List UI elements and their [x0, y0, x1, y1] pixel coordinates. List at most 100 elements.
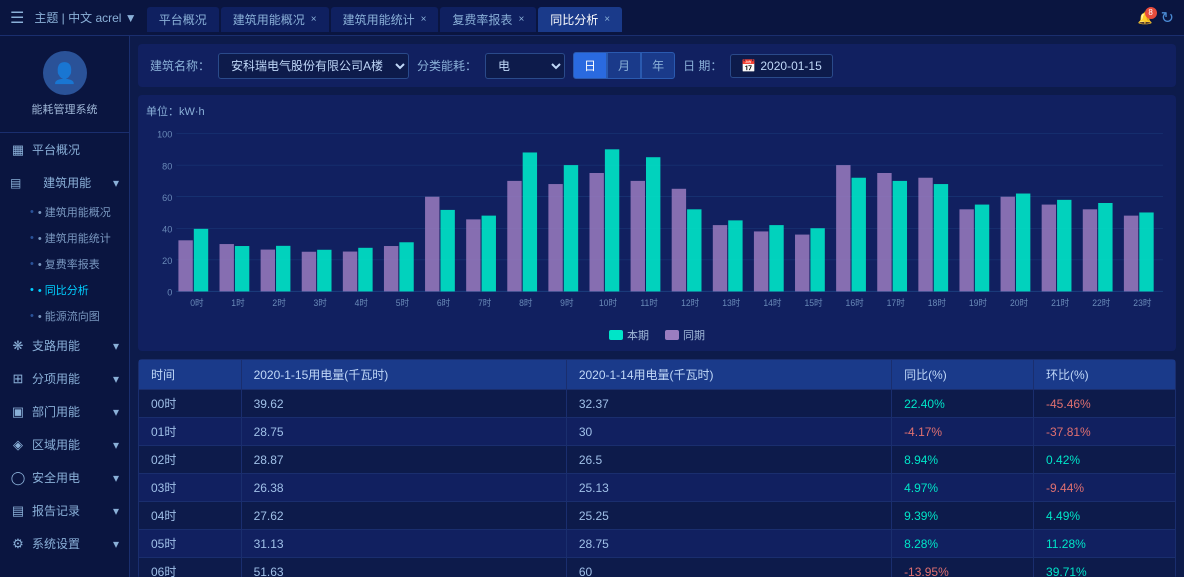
topbar-tab-平台概况[interactable]: 平台概况	[147, 7, 219, 32]
chevron-icon: ▾	[113, 537, 119, 551]
building-label: 建筑名称：	[150, 57, 210, 74]
table-header: 2020-1-15用电量(千瓦时)	[241, 360, 566, 390]
filter-bar: 建筑名称： 安科瑞电气股份有限公司A楼 分类能耗： 电 日月年 日 期： 📅 2…	[138, 44, 1176, 87]
table-cell: 28.75	[566, 530, 891, 558]
svg-text:11时: 11时	[640, 297, 658, 308]
table-cell: 28.87	[241, 446, 566, 474]
table-header: 环比(%)	[1034, 360, 1176, 390]
sidebar-icon: ▣	[10, 404, 26, 420]
svg-text:20: 20	[162, 256, 172, 266]
topbar-tab-复费率报表[interactable]: 复费率报表 ×	[440, 7, 536, 32]
building-select[interactable]: 安科瑞电气股份有限公司A楼	[218, 53, 409, 79]
sidebar-label: 部门用能	[32, 403, 80, 420]
topbar-tabs: 平台概况建筑用能概况 ×建筑用能统计 ×复费率报表 ×同比分析 ×	[147, 5, 1138, 30]
time-btn-日[interactable]: 日	[573, 52, 607, 79]
refresh-icon[interactable]: ↻	[1161, 8, 1174, 28]
category-select[interactable]: 电	[485, 53, 565, 79]
table-cell: 26.5	[566, 446, 891, 474]
svg-text:12时: 12时	[681, 297, 699, 308]
sidebar-sub-item-建筑用能概况[interactable]: • 建筑用能概况	[20, 199, 129, 225]
table-cell: 39.62	[241, 390, 566, 418]
sidebar-icon: ⊞	[10, 371, 26, 387]
svg-text:60: 60	[162, 193, 172, 203]
chart-container: 单位：kW·h 0204060801000时1时2时3时4时5时6时7时8时9时…	[138, 95, 1176, 351]
chevron-icon: ▾	[113, 176, 119, 190]
sidebar-item-系统设置[interactable]: ⚙系统设置▾	[0, 527, 129, 560]
topbar: ☰ 主题 | 中文 acrel ▼ 平台概况建筑用能概况 ×建筑用能统计 ×复费…	[0, 0, 1184, 36]
svg-text:1时: 1时	[231, 297, 245, 308]
topbar-tab-建筑用能统计[interactable]: 建筑用能统计 ×	[331, 7, 439, 32]
sidebar-sub-item-能源流向图[interactable]: • 能源流向图	[20, 303, 129, 329]
date-picker[interactable]: 📅 2020-01-15	[730, 54, 832, 78]
svg-text:0: 0	[167, 287, 172, 297]
table-cell: 30	[566, 418, 891, 446]
table-cell: 00时	[139, 390, 242, 418]
table-cell: 51.63	[241, 558, 566, 577]
date-value: 2020-01-15	[760, 59, 821, 73]
table-cell: 27.62	[241, 502, 566, 530]
data-table: 时间2020-1-15用电量(千瓦时)2020-1-14用电量(千瓦时)同比(%…	[138, 359, 1176, 577]
sidebar-item-安全用电[interactable]: ◯安全用电▾	[0, 461, 129, 494]
sidebar-menu: ▦平台概况▤建筑用能▾• 建筑用能概况• 建筑用能统计• 复费率报表• 同比分析…	[0, 133, 129, 560]
legend-current-box	[609, 330, 623, 340]
sidebar-item-区域用能[interactable]: ◈区域用能▾	[0, 428, 129, 461]
topbar-tab-同比分析[interactable]: 同比分析 ×	[538, 7, 622, 32]
sidebar-label: 分项用能	[32, 370, 80, 387]
sidebar-item-支路用能[interactable]: ❋支路用能▾	[0, 329, 129, 362]
notification-bell[interactable]: 🔔 8	[1138, 11, 1153, 25]
table-row: 06时51.6360-13.95%39.71%	[139, 558, 1176, 577]
sidebar-item-分项用能[interactable]: ⊞ 分项用能 ▾	[0, 362, 129, 395]
table-cell: 03时	[139, 474, 242, 502]
table-header: 同比(%)	[892, 360, 1034, 390]
sidebar-sub-item-同比分析[interactable]: • 同比分析	[20, 277, 129, 303]
data-table-container: 时间2020-1-15用电量(千瓦时)2020-1-14用电量(千瓦时)同比(%…	[138, 359, 1176, 577]
tab-close-icon[interactable]: ×	[604, 14, 610, 25]
sidebar-item-部门用能[interactable]: ▣部门用能▾	[0, 395, 129, 428]
svg-text:5时: 5时	[396, 297, 410, 308]
sidebar-icon: ❋	[10, 338, 26, 354]
table-row: 04时27.6225.259.39%4.49%	[139, 502, 1176, 530]
table-cell: 04时	[139, 502, 242, 530]
sidebar-group-title-建筑用能[interactable]: ▤建筑用能▾	[0, 166, 129, 199]
sidebar: 👤 能耗管理系统 ▦平台概况▤建筑用能▾• 建筑用能概况• 建筑用能统计• 复费…	[0, 36, 130, 577]
table-cell: 9.39%	[892, 502, 1034, 530]
table-cell: -13.95%	[892, 558, 1034, 577]
svg-text:14时: 14时	[763, 297, 781, 308]
svg-text:80: 80	[162, 161, 172, 171]
tab-close-icon[interactable]: ×	[421, 14, 427, 25]
sidebar-sub-item-建筑用能统计[interactable]: • 建筑用能统计	[20, 225, 129, 251]
tab-close-icon[interactable]: ×	[311, 14, 317, 25]
table-row: 03时26.3825.134.97%-9.44%	[139, 474, 1176, 502]
svg-text:16时: 16时	[846, 297, 864, 308]
svg-text:19时: 19时	[969, 297, 987, 308]
sidebar-group-1: ▤建筑用能▾• 建筑用能概况• 建筑用能统计• 复费率报表• 同比分析• 能源流…	[0, 166, 129, 329]
sidebar-item-平台概况[interactable]: ▦平台概况	[0, 133, 129, 166]
topbar-tab-建筑用能概况[interactable]: 建筑用能概况 ×	[221, 7, 329, 32]
main-content: 建筑名称： 安科瑞电气股份有限公司A楼 分类能耗： 电 日月年 日 期： 📅 2…	[130, 36, 1184, 577]
sidebar-icon: ▦	[10, 142, 26, 158]
sidebar-item-报告记录[interactable]: ▤报告记录▾	[0, 494, 129, 527]
svg-text:100: 100	[157, 130, 172, 140]
table-cell: 4.49%	[1034, 502, 1176, 530]
sidebar-label: 报告记录	[32, 502, 80, 519]
svg-text:6时: 6时	[437, 297, 451, 308]
chevron-icon: ▾	[113, 372, 119, 386]
sidebar-icon: ◯	[10, 470, 26, 486]
table-cell: 02时	[139, 446, 242, 474]
svg-text:0时: 0时	[190, 297, 204, 308]
time-button-group: 日月年	[573, 52, 675, 79]
topbar-title: 主题 | 中文 acrel ▼	[34, 9, 136, 26]
sidebar-user: 👤 能耗管理系统	[0, 36, 129, 133]
legend-current-label: 本期	[627, 327, 649, 343]
table-cell: 01时	[139, 418, 242, 446]
sidebar-sub-item-复费率报表[interactable]: • 复费率报表	[20, 251, 129, 277]
tab-close-icon[interactable]: ×	[518, 14, 524, 25]
menu-icon[interactable]: ☰	[10, 8, 24, 28]
time-btn-年[interactable]: 年	[641, 52, 675, 79]
time-btn-月[interactable]: 月	[607, 52, 641, 79]
svg-text:21时: 21时	[1051, 297, 1069, 308]
topbar-icons: 🔔 8 ↻	[1138, 8, 1174, 28]
sidebar-icon: ▤	[10, 503, 26, 519]
table-cell: 22.40%	[892, 390, 1034, 418]
table-cell: 31.13	[241, 530, 566, 558]
